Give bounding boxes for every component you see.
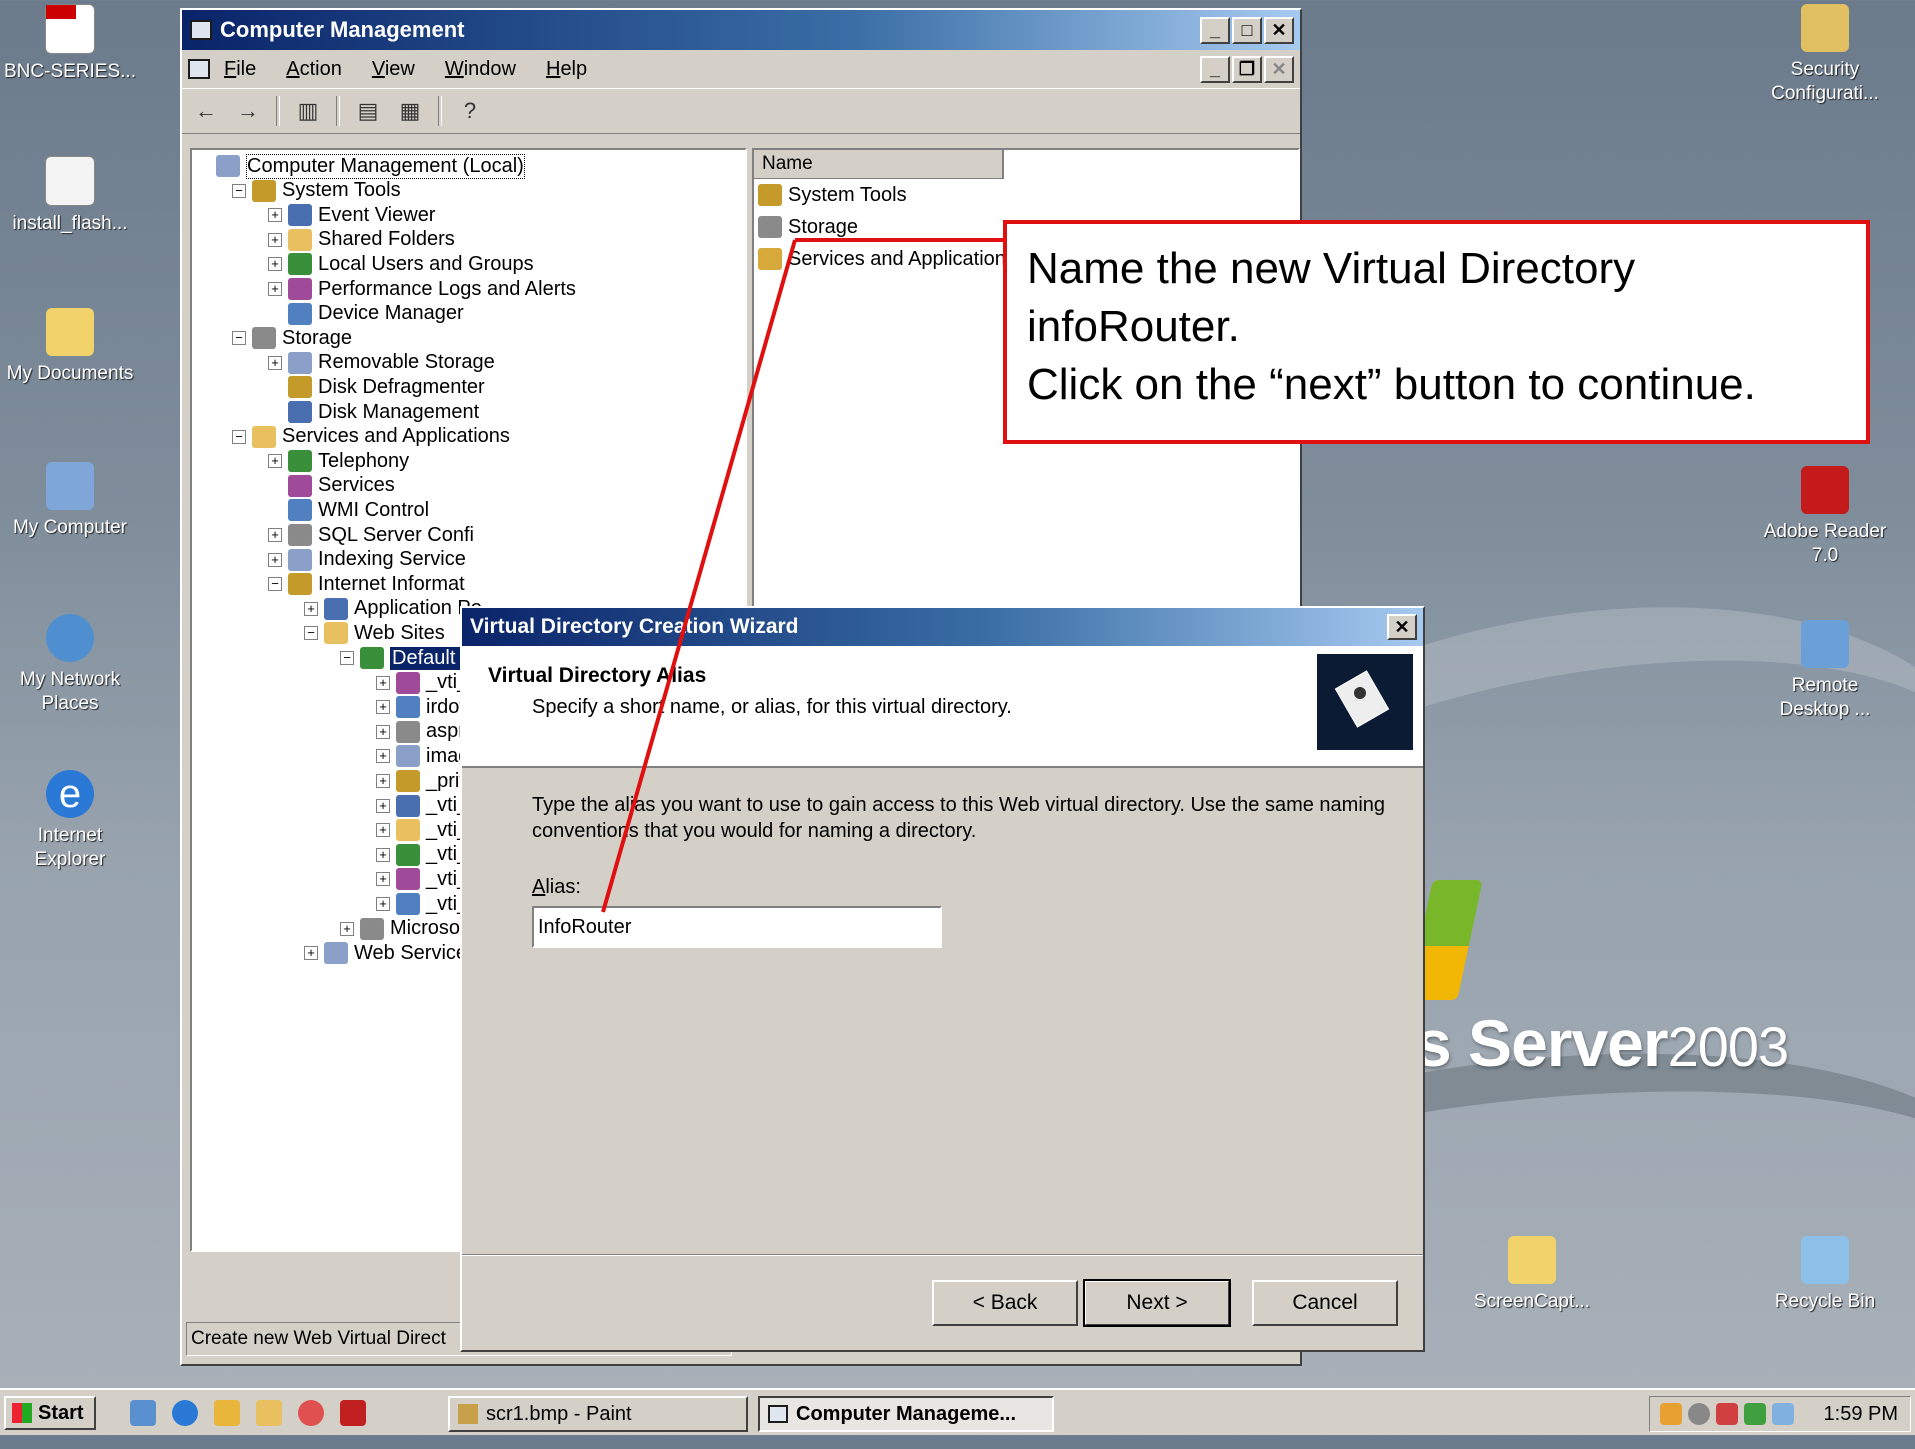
- quicklaunch-desktop-icon[interactable]: [130, 1400, 156, 1426]
- tray-network-icon[interactable]: [1744, 1403, 1766, 1425]
- tray-clock-app-icon[interactable]: [1660, 1403, 1682, 1425]
- callout-line: infoRouter.: [1027, 302, 1240, 351]
- taskbar-button-paint[interactable]: scr1.bmp - Paint: [448, 1396, 748, 1432]
- instruction-callout: Name the new Virtual Directory infoRoute…: [1003, 220, 1870, 444]
- callout-line: Click on the “next” button to continue.: [1027, 360, 1756, 409]
- start-button[interactable]: Start: [4, 1396, 96, 1430]
- start-label: Start: [38, 1401, 84, 1424]
- quicklaunch-app-icon[interactable]: [340, 1400, 366, 1426]
- taskbar-button-computer-management[interactable]: Computer Manageme...: [758, 1396, 1054, 1432]
- computer-management-icon: [768, 1405, 788, 1423]
- taskbar: Start scr1.bmp - Paint Computer Manageme…: [0, 1388, 1915, 1435]
- task-label: scr1.bmp - Paint: [486, 1402, 632, 1425]
- callout-pointer-lines: [601, 238, 1003, 913]
- windows-logo-icon: [12, 1403, 32, 1423]
- paint-icon: [458, 1404, 478, 1424]
- quicklaunch-clock-icon[interactable]: [214, 1400, 240, 1426]
- quicklaunch-folder-icon[interactable]: [256, 1400, 282, 1426]
- quicklaunch-ie-icon[interactable]: [172, 1400, 198, 1426]
- system-tray: 1:59 PM: [1649, 1396, 1911, 1432]
- clock[interactable]: 1:59 PM: [1824, 1403, 1898, 1426]
- quicklaunch-media-icon[interactable]: [298, 1400, 324, 1426]
- tray-speaker-icon[interactable]: [1688, 1403, 1710, 1425]
- tray-app-icon[interactable]: [1716, 1403, 1738, 1425]
- task-label: Computer Manageme...: [796, 1402, 1017, 1425]
- tray-security-icon[interactable]: [1772, 1403, 1794, 1425]
- callout-line: Name the new Virtual Directory: [1027, 244, 1636, 293]
